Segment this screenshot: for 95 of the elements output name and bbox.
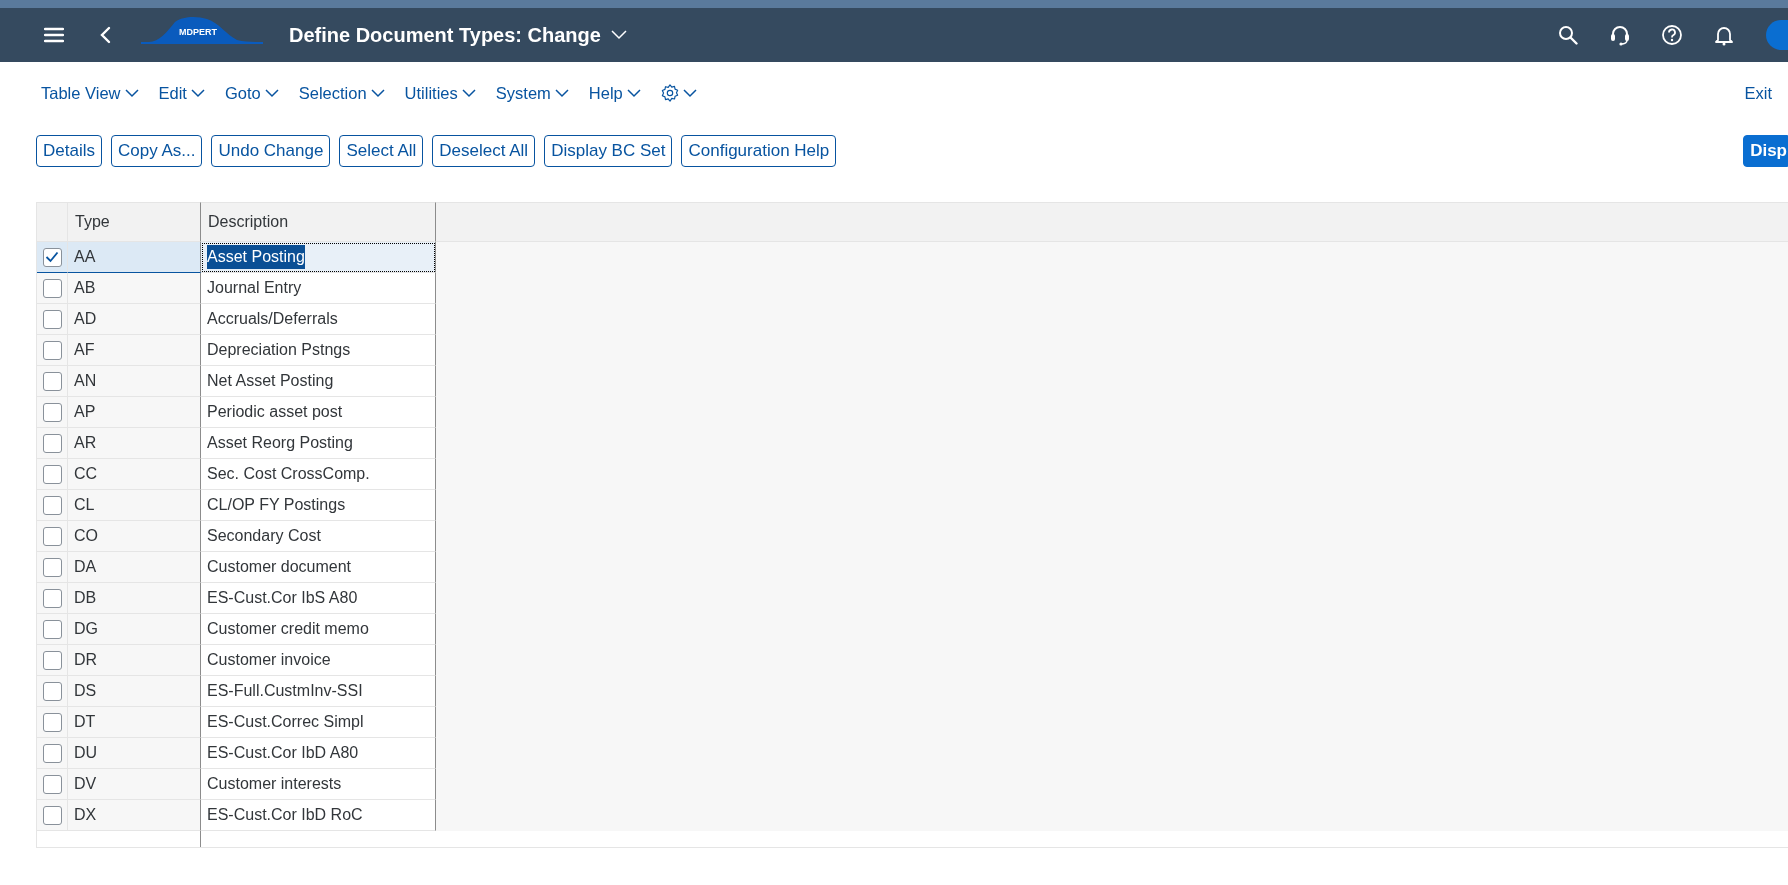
caret-icon (124, 88, 139, 98)
input-field[interactable]: ES-Full.CustmInv-SSI (207, 679, 363, 703)
table-cell: DV (68, 769, 201, 800)
table-cell: CO (68, 521, 201, 552)
table-cell: AP (68, 397, 201, 428)
bell-icon[interactable] (1714, 24, 1734, 46)
caret-icon (461, 88, 476, 98)
toolbar-button[interactable]: Configuration Help (681, 135, 837, 167)
menu-item[interactable]: Edit (158, 80, 205, 106)
table-cell: DX (68, 800, 201, 831)
table-cell: AF (68, 335, 201, 366)
table-cell: DB (68, 583, 201, 614)
checkbox[interactable] (42, 309, 62, 329)
checkbox[interactable] (42, 557, 62, 577)
headset-icon[interactable] (1610, 24, 1630, 46)
menu-item[interactable]: System (495, 80, 569, 106)
table-cell: CL (68, 490, 201, 521)
checkbox[interactable] (42, 774, 62, 794)
menu-icon[interactable] (44, 27, 64, 43)
checkbox[interactable] (42, 650, 62, 670)
input-field[interactable]: ES-Cust.Cor IbS A80 (207, 586, 358, 610)
table-cell: CC (68, 459, 201, 490)
checkbox[interactable] (42, 588, 62, 608)
checkbox[interactable] (42, 681, 62, 701)
input-field[interactable]: Customer document (207, 555, 352, 579)
checkbox[interactable] (42, 743, 62, 763)
toolbar-button[interactable]: Undo Change (211, 135, 331, 167)
column-header: Type (68, 202, 201, 242)
toolbar-button[interactable]: Details (36, 135, 102, 167)
input-field[interactable]: Secondary Cost (207, 524, 321, 548)
table-cell: DR (68, 645, 201, 676)
toolbar-button[interactable]: Display BC Set (544, 135, 673, 167)
input-field[interactable]: Customer invoice (207, 648, 331, 672)
avatar[interactable] (1766, 20, 1788, 50)
checkbox[interactable] (42, 712, 62, 732)
chevron-icon[interactable] (610, 30, 627, 40)
input-field[interactable]: ES-Cust.Cor IbD RoC (207, 803, 363, 827)
input-field[interactable]: Net Asset Posting (207, 369, 334, 393)
table-cell: DT (68, 707, 201, 738)
checkbox[interactable] (42, 464, 62, 484)
exit-link[interactable]: Exit (1744, 80, 1772, 106)
input-field[interactable]: ES-Cust.Cor IbD A80 (207, 741, 359, 765)
table-cell: DU (68, 738, 201, 769)
column-header: Description (201, 202, 436, 242)
checkbox[interactable] (42, 619, 62, 639)
input-field[interactable]: Accruals/Deferrals (207, 307, 338, 331)
help-icon[interactable] (1662, 24, 1682, 46)
caret-icon (626, 88, 641, 98)
input-field[interactable]: Customer interests (207, 772, 342, 796)
settings-menu[interactable] (660, 84, 697, 102)
checkbox[interactable] (42, 433, 62, 453)
input-field[interactable]: Depreciation Pstngs (207, 338, 351, 362)
gear-icon (660, 84, 679, 102)
checkbox[interactable] (42, 247, 62, 267)
table-cell: DA (68, 552, 201, 583)
caret-icon (264, 88, 279, 98)
menu-item[interactable]: Selection (298, 80, 385, 106)
checkbox[interactable] (42, 278, 62, 298)
caret-icon (554, 88, 569, 98)
input-field[interactable]: Asset Posting (207, 245, 305, 269)
checkbox[interactable] (42, 526, 62, 546)
table-cell: AD (68, 304, 201, 335)
input-field[interactable]: Asset Reorg Posting (207, 431, 353, 455)
table-cell: AN (68, 366, 201, 397)
caret-icon (682, 88, 697, 98)
toolbar-button[interactable]: Deselect All (432, 135, 536, 167)
input-field[interactable]: Periodic asset post (207, 400, 343, 424)
input-field[interactable]: Journal Entry (207, 276, 302, 300)
menu-item[interactable]: Help (588, 80, 641, 106)
toolbar-button[interactable]: Select All (339, 135, 424, 167)
table-cell: AB (68, 273, 201, 304)
search-icon[interactable] (1558, 24, 1578, 46)
table-cell: DG (68, 614, 201, 645)
table-cell: AR (68, 428, 201, 459)
input-field[interactable]: Sec. Cost CrossComp. (207, 462, 370, 486)
menu-item[interactable]: Utilities (404, 80, 476, 106)
caret-icon (370, 88, 385, 98)
input-field[interactable]: Customer credit memo (207, 617, 369, 641)
page-title[interactable]: Define Document Types: Change (289, 20, 601, 50)
checkbox[interactable] (42, 805, 62, 825)
toolbar-button[interactable]: Disp (1743, 135, 1788, 167)
input-field[interactable]: CL/OP FY Postings (207, 493, 346, 517)
checkbox[interactable] (42, 402, 62, 422)
checkbox[interactable] (42, 495, 62, 515)
checkbox[interactable] (42, 371, 62, 391)
toolbar-button[interactable]: Copy As... (110, 135, 203, 167)
table-cell: AA (68, 242, 201, 273)
logo-text: MDPERT (179, 26, 217, 39)
menu-item[interactable]: Table View (41, 80, 139, 106)
back-icon[interactable] (100, 26, 111, 44)
menu-item[interactable]: Goto (224, 80, 279, 106)
checkbox[interactable] (42, 340, 62, 360)
caret-icon (190, 88, 205, 98)
table-cell: DS (68, 676, 201, 707)
input-field[interactable]: ES-Cust.Correc Simpl (207, 710, 364, 734)
